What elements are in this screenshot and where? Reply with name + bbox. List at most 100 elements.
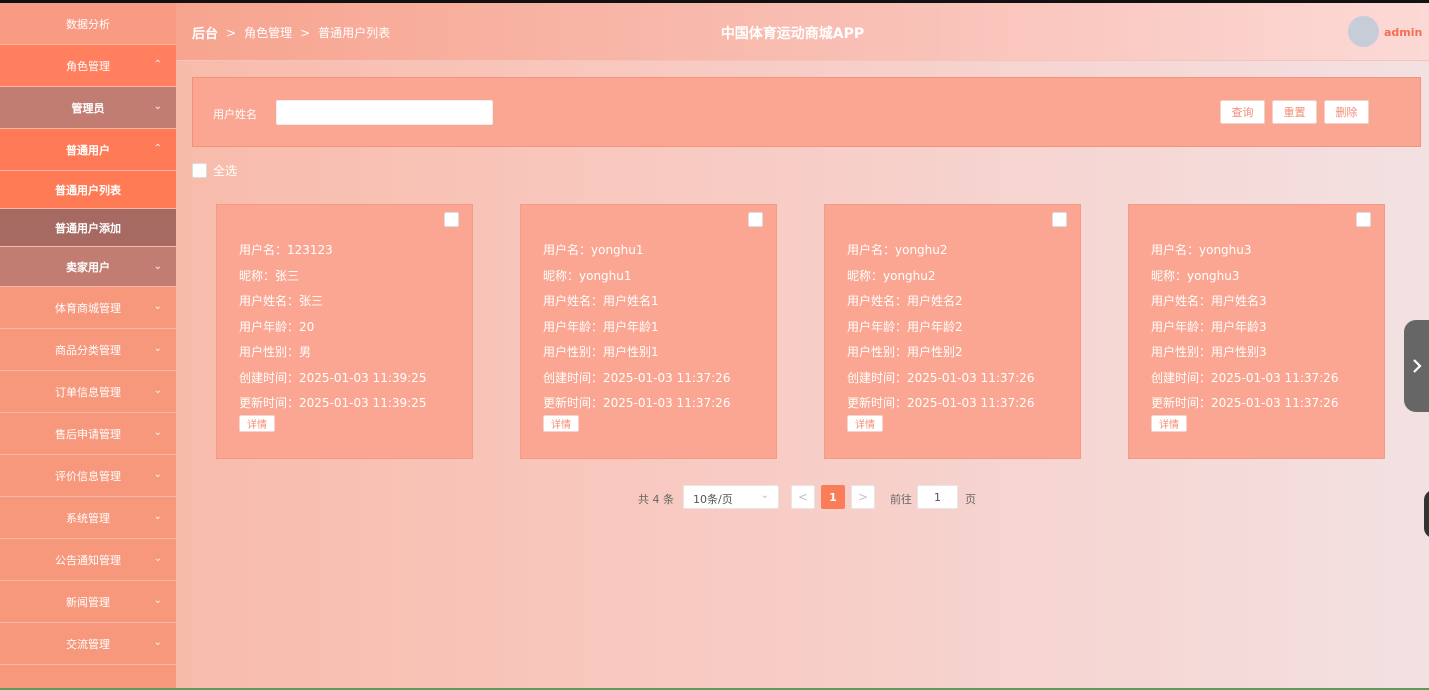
- card-age: 用户年龄：用户年龄2: [847, 319, 963, 334]
- goto-page-input[interactable]: 1: [917, 485, 958, 509]
- card-username: 用户名：yonghu3: [1151, 243, 1252, 257]
- sidebar-item-label: 交流管理: [66, 637, 110, 651]
- chevron-down-icon: ⌄: [153, 469, 162, 480]
- sidebar-item-label: 普通用户添加: [55, 221, 121, 235]
- card-created-at: 创建时间：2025-01-03 11:37:26: [847, 370, 1035, 385]
- card-age: 用户年龄：用户年龄3: [1151, 319, 1267, 334]
- app-title: 中国体育运动商城APP: [720, 26, 865, 42]
- card-checkbox[interactable]: [444, 212, 459, 227]
- card-created-at: 创建时间：2025-01-03 11:39:25: [239, 370, 427, 385]
- sidebar: 数据分析 角色管理 ⌃ 管理员 ⌄ 普通用户 ⌃ 普通用户列表 普通用户添加 卖…: [0, 3, 176, 688]
- page-size-value: 10条/页: [693, 493, 733, 506]
- sidebar-item-label: 订单信息管理: [55, 385, 121, 399]
- sidebar-item-role-management[interactable]: 角色管理 ⌃: [0, 45, 176, 87]
- chevron-down-icon: ⌄: [153, 595, 162, 606]
- card-username: 用户名：123123: [239, 243, 333, 257]
- top-header: 后台 > 角色管理 > 普通用户列表 中国体育运动商城APP admin: [176, 3, 1429, 61]
- sidebar-item-label: 售后申请管理: [55, 427, 121, 441]
- user-name-search-input[interactable]: [276, 100, 493, 125]
- chevron-down-icon: ⌄: [153, 385, 162, 396]
- card-checkbox[interactable]: [1052, 212, 1067, 227]
- sidebar-item-label: 公告通知管理: [55, 553, 121, 567]
- sidebar-item-after-sales[interactable]: 售后申请管理 ⌄: [0, 413, 176, 455]
- detail-button[interactable]: 详情: [239, 415, 275, 432]
- user-card: 用户名：yonghu1 昵称：yonghu1 用户姓名：用户姓名1 用户年龄：用…: [520, 204, 777, 459]
- card-gender: 用户性别：用户性别3: [1151, 345, 1267, 359]
- select-all[interactable]: 全选: [192, 162, 237, 179]
- chevron-down-icon: ⌄: [153, 637, 162, 648]
- card-real-name: 用户姓名：用户姓名1: [543, 294, 659, 308]
- sidebar-item-normal-user-add[interactable]: 普通用户添加: [0, 209, 176, 247]
- card-checkbox[interactable]: [1356, 212, 1371, 227]
- sidebar-item-news[interactable]: 新闻管理 ⌄: [0, 581, 176, 623]
- card-gender: 用户性别：男: [239, 345, 312, 359]
- chevron-up-icon: ⌃: [153, 59, 162, 70]
- card-username: 用户名：yonghu2: [847, 243, 948, 257]
- username-label[interactable]: admin: [1384, 26, 1422, 39]
- chevron-down-icon: ⌄: [153, 261, 162, 272]
- page-button-current[interactable]: 1: [821, 485, 845, 509]
- card-real-name: 用户姓名：张三: [239, 294, 324, 308]
- card-gender: 用户性别：用户性别2: [847, 345, 963, 359]
- card-nickname: 昵称：张三: [239, 268, 300, 283]
- chevron-down-icon: ⌄: [153, 101, 162, 112]
- sidebar-item-admin[interactable]: 管理员 ⌄: [0, 87, 176, 129]
- chevron-up-icon: ⌃: [153, 143, 162, 154]
- sidebar-item-data-analysis[interactable]: 数据分析: [0, 3, 176, 45]
- pagination: 共 4 条 10条/页 ⌄ < 1 > 前往 1 页: [0, 485, 1429, 509]
- select-all-checkbox[interactable]: [192, 163, 207, 178]
- card-checkbox[interactable]: [748, 212, 763, 227]
- sidebar-item-normal-user-list[interactable]: 普通用户列表: [0, 171, 176, 209]
- reset-button[interactable]: 重置: [1272, 100, 1317, 124]
- sidebar-item-label: 商品分类管理: [55, 343, 121, 357]
- next-page-button[interactable]: >: [851, 485, 875, 509]
- chevron-down-icon: ⌄: [760, 490, 769, 501]
- card-created-at: 创建时间：2025-01-03 11:37:26: [543, 370, 731, 385]
- chevron-down-icon: ⌄: [153, 553, 162, 564]
- sidebar-item-label: 普通用户: [66, 143, 110, 157]
- search-panel: 用户姓名 查询 重置 删除: [192, 77, 1421, 147]
- sidebar-item-label: 评价信息管理: [55, 469, 121, 483]
- floating-button-edge[interactable]: [1424, 490, 1429, 538]
- user-card: 用户名：yonghu3 昵称：yonghu3 用户姓名：用户姓名3 用户年龄：用…: [1128, 204, 1385, 459]
- sidebar-item-notices[interactable]: 公告通知管理 ⌄: [0, 539, 176, 581]
- detail-button[interactable]: 详情: [847, 415, 883, 432]
- user-card: 用户名：yonghu2 昵称：yonghu2 用户姓名：用户姓名2 用户年龄：用…: [824, 204, 1081, 459]
- sidebar-item-label: 角色管理: [66, 59, 110, 73]
- sidebar-item-communication[interactable]: 交流管理 ⌄: [0, 623, 176, 665]
- detail-button[interactable]: 详情: [1151, 415, 1187, 432]
- delete-button[interactable]: 删除: [1324, 100, 1369, 124]
- card-age: 用户年龄：20: [239, 319, 315, 334]
- sidebar-item-label: 管理员: [71, 101, 105, 115]
- sidebar-item-label: 普通用户列表: [55, 183, 121, 197]
- sidebar-item-label: 新闻管理: [66, 595, 110, 609]
- sidebar-item-category[interactable]: 商品分类管理 ⌄: [0, 329, 176, 371]
- card-real-name: 用户姓名：用户姓名2: [847, 294, 963, 308]
- page-unit-label: 页: [965, 493, 976, 506]
- sidebar-item-label: 数据分析: [66, 17, 110, 31]
- search-label: 用户姓名: [213, 108, 257, 121]
- card-real-name: 用户姓名：用户姓名3: [1151, 294, 1267, 308]
- goto-label: 前往: [890, 493, 912, 506]
- sidebar-item-label: 体育商城管理: [55, 301, 121, 315]
- card-age: 用户年龄：用户年龄1: [543, 319, 659, 334]
- query-button[interactable]: 查询: [1220, 100, 1265, 124]
- card-nickname: 昵称：yonghu3: [1151, 268, 1240, 283]
- chevron-down-icon: ⌄: [153, 343, 162, 354]
- prev-page-button[interactable]: <: [791, 485, 815, 509]
- avatar[interactable]: [1348, 16, 1379, 47]
- top-border: [0, 0, 1429, 3]
- page-size-select[interactable]: 10条/页 ⌄: [683, 485, 779, 509]
- card-nickname: 昵称：yonghu1: [543, 268, 632, 283]
- chevron-down-icon: ⌄: [153, 301, 162, 312]
- side-panel-toggle[interactable]: [1404, 320, 1429, 412]
- sidebar-item-seller-user[interactable]: 卖家用户 ⌄: [0, 247, 176, 287]
- sidebar-item-normal-user[interactable]: 普通用户 ⌃: [0, 129, 176, 171]
- sidebar-item-orders[interactable]: 订单信息管理 ⌄: [0, 371, 176, 413]
- detail-button[interactable]: 详情: [543, 415, 579, 432]
- select-all-label: 全选: [213, 164, 238, 178]
- sidebar-item-label: 卖家用户: [66, 260, 110, 274]
- sidebar-item-sports-mall[interactable]: 体育商城管理 ⌄: [0, 287, 176, 329]
- user-card: 用户名：123123 昵称：张三 用户姓名：张三 用户年龄：20 用户性别：男 …: [216, 204, 473, 459]
- total-count: 共 4 条: [638, 493, 674, 506]
